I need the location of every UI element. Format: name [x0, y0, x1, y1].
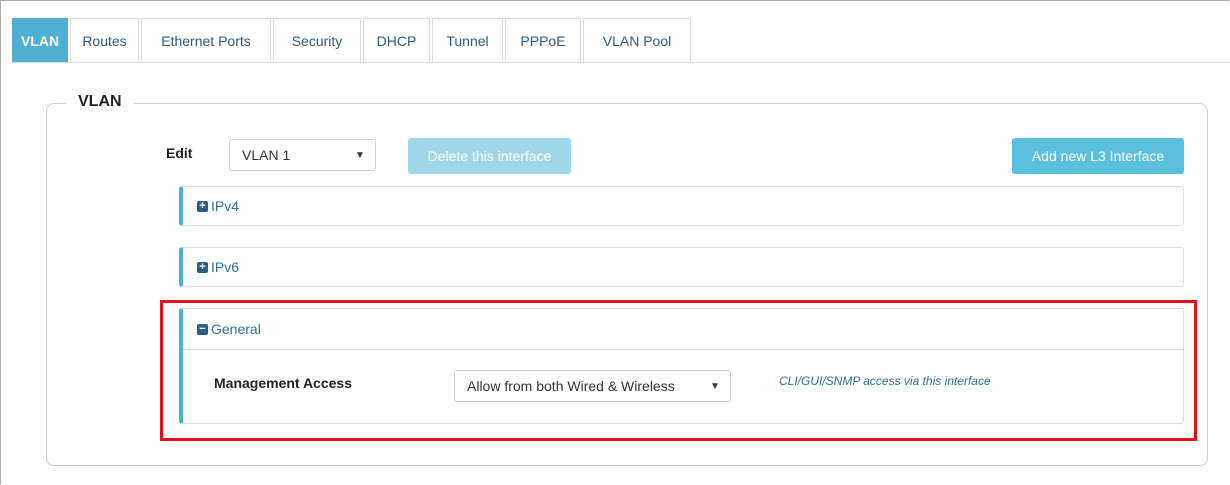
tab-underline — [12, 62, 1230, 63]
ipv6-panel-title: IPv6 — [211, 259, 240, 275]
edit-label: Edit — [166, 145, 193, 161]
ipv4-panel-title: IPv4 — [211, 198, 240, 214]
vlan-select-value: VLAN 1 — [242, 147, 291, 163]
tab-ethernet-ports[interactable]: Ethernet Ports — [141, 18, 271, 62]
vlan-select[interactable]: VLAN 1 ▼ — [229, 139, 376, 171]
tab-vlan-pool[interactable]: VLAN Pool — [583, 18, 691, 62]
plus-icon: + — [197, 200, 208, 212]
ipv4-panel: + IPv4 — [179, 186, 1184, 226]
tab-security[interactable]: Security — [273, 18, 361, 62]
tab-pppoe[interactable]: PPPoE — [505, 18, 581, 62]
delete-interface-button[interactable]: Delete this interface — [408, 138, 571, 174]
plus-icon: + — [197, 261, 208, 273]
ipv6-panel: + IPv6 — [179, 247, 1184, 287]
section-title: VLAN — [66, 93, 134, 111]
ipv4-panel-header[interactable]: + IPv4 — [183, 187, 1183, 225]
tab-dhcp[interactable]: DHCP — [363, 18, 430, 62]
highlight-box — [160, 300, 1197, 441]
caret-down-icon: ▼ — [355, 149, 365, 161]
ipv6-panel-header[interactable]: + IPv6 — [183, 248, 1183, 286]
tab-routes[interactable]: Routes — [70, 18, 139, 62]
tab-tunnel[interactable]: Tunnel — [432, 18, 503, 62]
add-l3-interface-button[interactable]: Add new L3 Interface — [1012, 138, 1184, 174]
tab-bar: VLAN Routes Ethernet Ports Security DHCP… — [12, 18, 693, 62]
tab-vlan[interactable]: VLAN — [12, 18, 68, 62]
